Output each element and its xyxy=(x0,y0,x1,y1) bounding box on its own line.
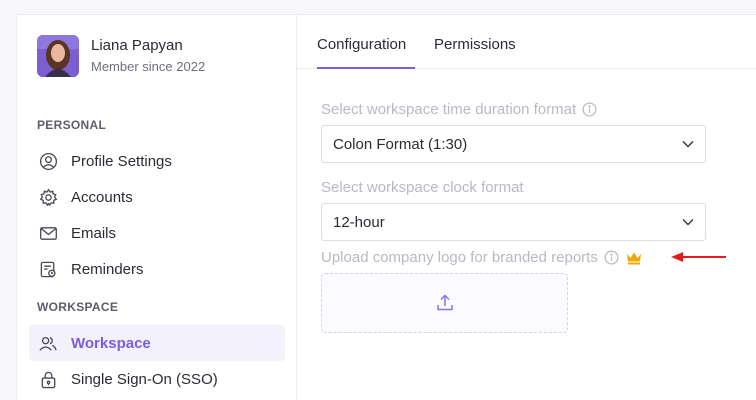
chevron-down-icon xyxy=(682,218,694,226)
clock-format-label-text: Select workspace clock format xyxy=(321,179,524,196)
duration-format-value: Colon Format (1:30) xyxy=(333,135,468,153)
sidebar-item-profile-settings[interactable]: Profile Settings xyxy=(29,143,285,179)
logo-upload-dropzone[interactable] xyxy=(321,273,568,333)
upload-icon xyxy=(436,294,453,311)
chevron-down-icon xyxy=(682,140,694,148)
sidebar-item-label: Workspace xyxy=(71,334,151,352)
sidebar-item-accounts[interactable]: Accounts xyxy=(29,179,285,215)
duration-format-select[interactable]: Colon Format (1:30) xyxy=(321,125,706,163)
tab-configuration[interactable]: Configuration xyxy=(317,36,406,53)
tab-bar: Configuration Permissions xyxy=(297,15,756,69)
sidebar-item-label: Profile Settings xyxy=(71,152,172,170)
sidebar-item-emails[interactable]: Emails xyxy=(29,215,285,251)
section-label-personal: PERSONAL xyxy=(37,118,107,132)
tab-permissions[interactable]: Permissions xyxy=(434,36,516,53)
duration-format-label-text: Select workspace time duration format xyxy=(321,101,577,118)
reminder-calendar-icon xyxy=(37,258,59,280)
user-circle-icon xyxy=(37,150,59,172)
settings-sidebar: Liana Papyan Member since 2022 PERSONAL … xyxy=(16,14,297,400)
profile-card[interactable]: Liana Papyan Member since 2022 xyxy=(37,35,205,77)
crown-premium-icon xyxy=(626,252,641,264)
workspace-settings-panel: Configuration Permissions Select workspa… xyxy=(297,14,756,400)
clock-format-value: 12-hour xyxy=(333,213,385,231)
member-since: Member since 2022 xyxy=(91,59,206,74)
duration-format-label: Select workspace time duration format xyxy=(321,101,597,118)
sidebar-item-label: Emails xyxy=(71,224,117,242)
sidebar-item-label: Accounts xyxy=(71,188,133,206)
info-icon[interactable] xyxy=(582,102,597,117)
gear-icon xyxy=(37,186,59,208)
users-icon xyxy=(37,332,59,354)
info-icon[interactable] xyxy=(604,250,619,265)
sidebar-item-label: Single Sign-On (SSO) xyxy=(71,370,218,388)
sidebar-item-sso[interactable]: Single Sign-On (SSO) xyxy=(29,361,285,397)
sidebar-item-workspace[interactable]: Workspace xyxy=(29,325,285,361)
logo-upload-label-text: Upload company logo for branded reports xyxy=(321,249,598,266)
lock-icon xyxy=(37,368,59,390)
profile-name: Liana Papyan xyxy=(91,37,183,54)
clock-format-label: Select workspace clock format xyxy=(321,179,524,196)
annotation-arrow xyxy=(671,252,726,262)
sidebar-item-label: Reminders xyxy=(71,260,144,278)
envelope-icon xyxy=(37,222,59,244)
clock-format-select[interactable]: 12-hour xyxy=(321,203,706,241)
avatar xyxy=(37,35,79,77)
sidebar-item-reminders[interactable]: Reminders xyxy=(29,251,285,287)
section-label-workspace: WORKSPACE xyxy=(37,300,119,314)
active-tab-indicator xyxy=(317,67,415,69)
logo-upload-label: Upload company logo for branded reports xyxy=(321,249,642,266)
